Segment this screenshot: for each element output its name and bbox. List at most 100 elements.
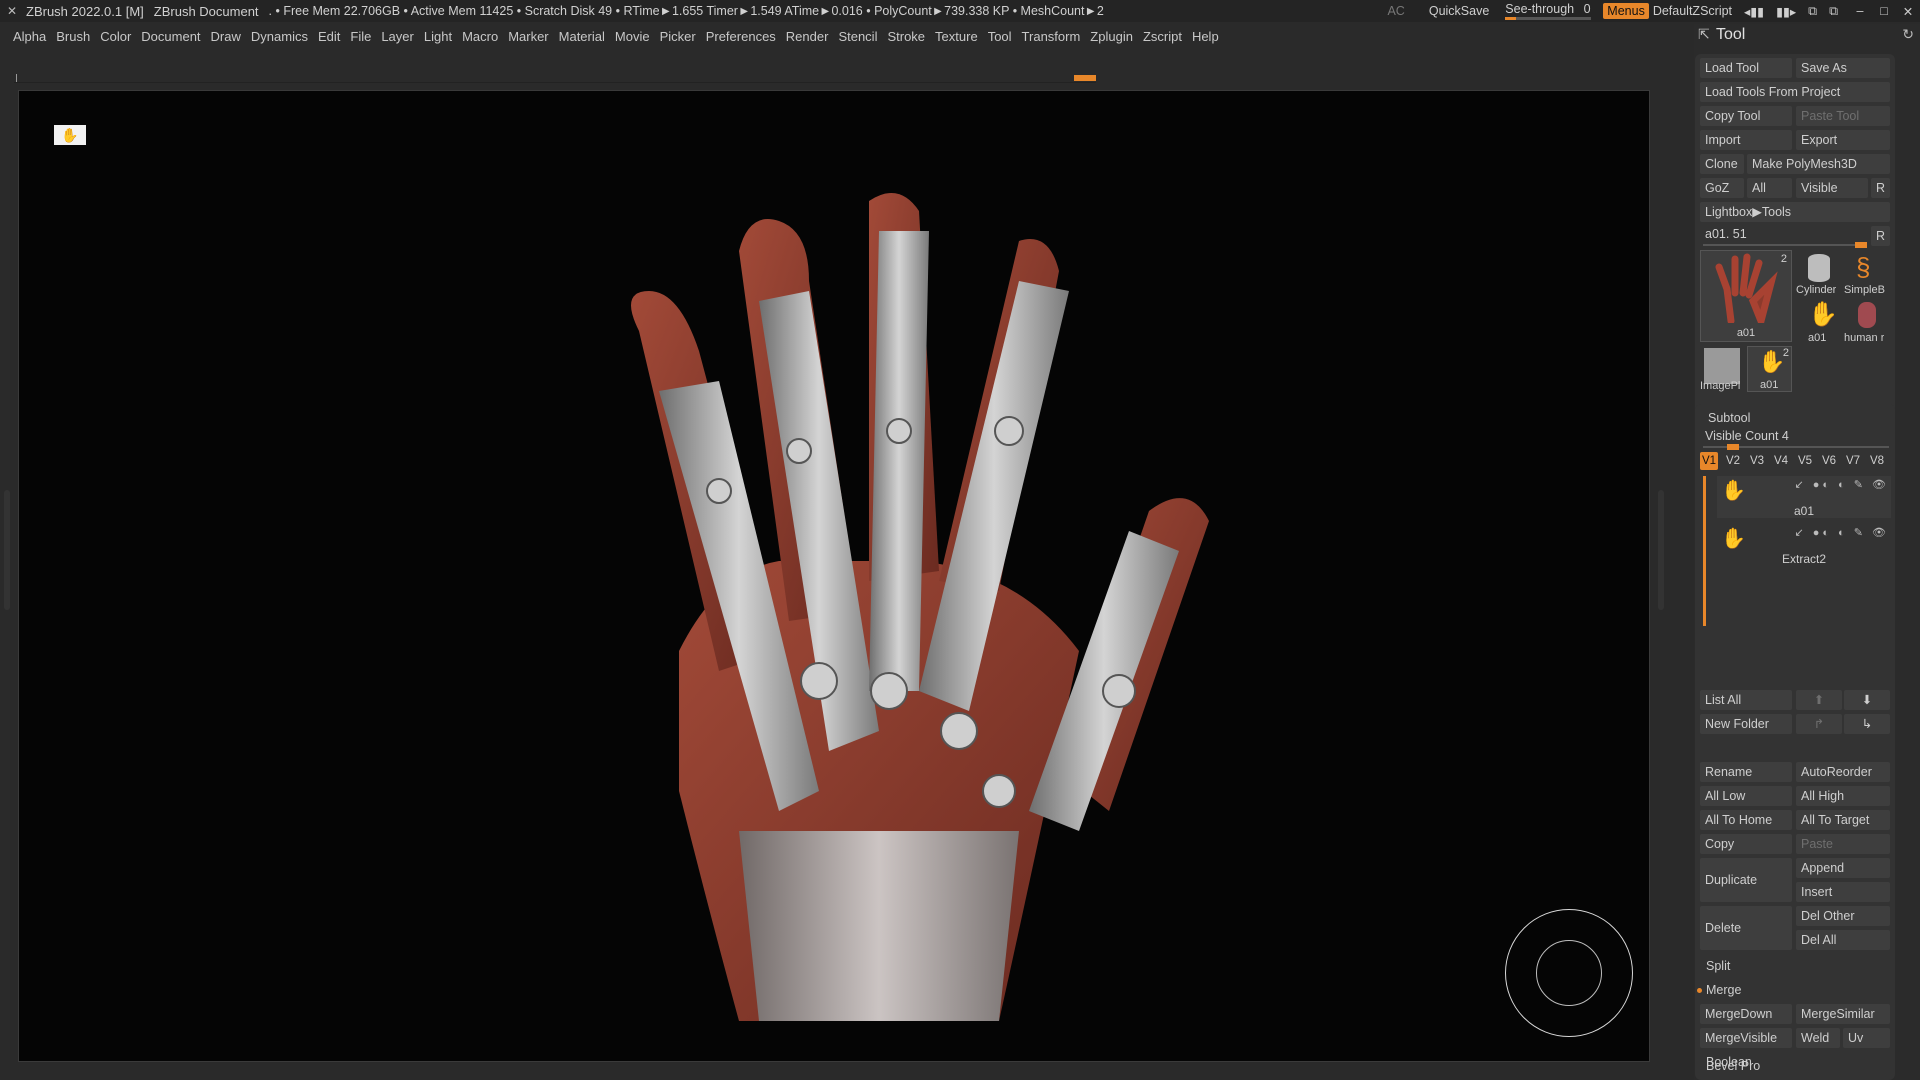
subtool-tab-v7[interactable]: V7 [1844,452,1862,470]
quicksave-button[interactable]: QuickSave [1429,4,1489,18]
merge-visible-button[interactable]: MergeVisible [1700,1028,1792,1048]
timeline-marker[interactable] [1074,75,1096,81]
window-icon[interactable]: ⧉ [1808,4,1817,19]
menu-stroke[interactable]: Stroke [887,29,925,44]
menu-edit[interactable]: Edit [318,29,340,44]
menu-texture[interactable]: Texture [935,29,978,44]
export-button[interactable]: Export [1796,130,1890,150]
menu-color[interactable]: Color [100,29,131,44]
menu-tool[interactable]: Tool [988,29,1012,44]
menu-movie[interactable]: Movie [615,29,650,44]
load-tool-button[interactable]: Load Tool [1700,58,1792,78]
uv-button[interactable]: Uv [1843,1028,1890,1048]
tool-thumb-a01-b[interactable]: ✋ 2 a01 [1747,346,1792,392]
menu-dynamics[interactable]: Dynamics [251,29,308,44]
visible-count-slider[interactable]: Visible Count 4 [1700,426,1860,446]
canvas-viewport[interactable]: ✋ [18,90,1650,1062]
move-down-arrow-icon[interactable]: ⬇ [1844,690,1890,710]
del-all-button[interactable]: Del All [1796,930,1890,950]
restore-icon[interactable]: ⧉ [1829,4,1838,19]
insert-button[interactable]: Insert [1796,882,1890,902]
subtool-tab-v8[interactable]: V8 [1868,452,1886,470]
merge-down-button[interactable]: MergeDown [1700,1004,1792,1024]
all-to-home-button[interactable]: All To Home [1700,810,1792,830]
tool-thumb-a01-small[interactable]: ✋ a01 [1796,298,1842,344]
list-all-button[interactable]: List All [1700,690,1792,710]
menu-material[interactable]: Material [559,29,605,44]
rename-button[interactable]: Rename [1700,762,1792,782]
make-polymesh3d-button[interactable]: Make PolyMesh3D [1747,154,1890,174]
subtool-tab-v4[interactable]: V4 [1772,452,1790,470]
all-low-button[interactable]: All Low [1700,786,1792,806]
subtool-tab-v6[interactable]: V6 [1820,452,1838,470]
tool-thumb-imageplane[interactable]: ImagePl [1700,346,1744,392]
left-tray-handle[interactable] [4,490,10,610]
tool-thumb-human[interactable]: human r [1844,298,1890,344]
bevel-pro-section-button[interactable]: Bevel Pro [1701,1056,1891,1076]
duplicate-button[interactable]: Duplicate [1700,858,1792,902]
tool-thumb-simpleb[interactable]: § SimpleB [1844,250,1890,296]
copy-tool-button[interactable]: Copy Tool [1700,106,1792,126]
see-through-slider[interactable]: See-through 0 [1505,2,1592,20]
subtool-tab-v2[interactable]: V2 [1724,452,1742,470]
subtool-item-a01[interactable]: ✋ ↙ ●◐ ◐ ✎ 👁 a01 [1717,476,1891,518]
paste-button[interactable]: Paste [1796,834,1890,854]
maximize-icon[interactable]: □ [1872,4,1896,19]
menu-picker[interactable]: Picker [660,29,696,44]
all-high-button[interactable]: All High [1796,786,1890,806]
tool-thumb-cylinder[interactable]: Cylinder [1796,250,1842,296]
subtool-extract2-controls-icon[interactable]: ↙ ●◐ ◐ ✎ 👁 [1794,526,1889,539]
folder-move-up-icon[interactable]: ↱ [1796,714,1842,734]
delete-button[interactable]: Delete [1700,906,1792,950]
subtool-title[interactable]: Subtool [1703,408,1823,428]
menu-layer[interactable]: Layer [381,29,414,44]
layout-icon[interactable]: ▮▮▸ [1776,4,1796,19]
right-tray-handle[interactable] [1658,490,1664,610]
timeline-track[interactable] [14,74,1096,83]
copy-button[interactable]: Copy [1700,834,1792,854]
merge-section-button[interactable]: Merge [1701,980,1891,1000]
current-tool-slider-track[interactable] [1703,242,1867,248]
subtool-tab-v1[interactable]: V1 [1700,452,1718,470]
save-as-button[interactable]: Save As [1796,58,1890,78]
goz-button[interactable]: GoZ [1700,178,1744,198]
menu-alpha[interactable]: Alpha [13,29,46,44]
subtool-tab-v3[interactable]: V3 [1748,452,1766,470]
menu-render[interactable]: Render [786,29,829,44]
subtool-tab-v5[interactable]: V5 [1796,452,1814,470]
goz-r-button[interactable]: R [1871,178,1890,198]
default-zscript-button[interactable]: DefaultZScript [1653,4,1732,18]
load-tools-from-project-button[interactable]: Load Tools From Project [1700,82,1890,102]
menu-transform[interactable]: Transform [1022,29,1081,44]
move-up-arrow-icon[interactable]: ⬆ [1796,690,1842,710]
menu-zscript[interactable]: Zscript [1143,29,1182,44]
lightbox-tools-button[interactable]: Lightbox▶Tools [1700,202,1890,222]
del-other-button[interactable]: Del Other [1796,906,1890,926]
reset-icon[interactable]: ↻ [1902,26,1914,43]
menu-draw[interactable]: Draw [211,29,241,44]
close-icon[interactable]: ✕ [1896,4,1920,19]
menu-marker[interactable]: Marker [508,29,548,44]
visible-count-track[interactable] [1703,444,1889,450]
menu-brush[interactable]: Brush [56,29,90,44]
current-tool-slider[interactable]: a01. 51 [1700,224,1860,244]
navigation-gyro[interactable] [1505,909,1633,1037]
menu-help[interactable]: Help [1192,29,1219,44]
folder-move-down-icon[interactable]: ↳ [1844,714,1890,734]
menu-document[interactable]: Document [141,29,200,44]
auto-reorder-button[interactable]: AutoReorder [1796,762,1890,782]
paste-tool-button[interactable]: Paste Tool [1796,106,1890,126]
menu-file[interactable]: File [350,29,371,44]
current-tool-r-button[interactable]: R [1871,226,1890,246]
goz-all-button[interactable]: All [1747,178,1792,198]
minimize-icon[interactable]: – [1848,4,1872,19]
goz-visible-button[interactable]: Visible [1796,178,1868,198]
merge-similar-button[interactable]: MergeSimilar [1796,1004,1890,1024]
menu-stencil[interactable]: Stencil [838,29,877,44]
menu-light[interactable]: Light [424,29,452,44]
import-button[interactable]: Import [1700,130,1792,150]
new-folder-button[interactable]: New Folder [1700,714,1792,734]
weld-button[interactable]: Weld [1796,1028,1840,1048]
menu-zplugin[interactable]: Zplugin [1090,29,1133,44]
menus-toggle-button[interactable]: Menus [1603,3,1649,19]
